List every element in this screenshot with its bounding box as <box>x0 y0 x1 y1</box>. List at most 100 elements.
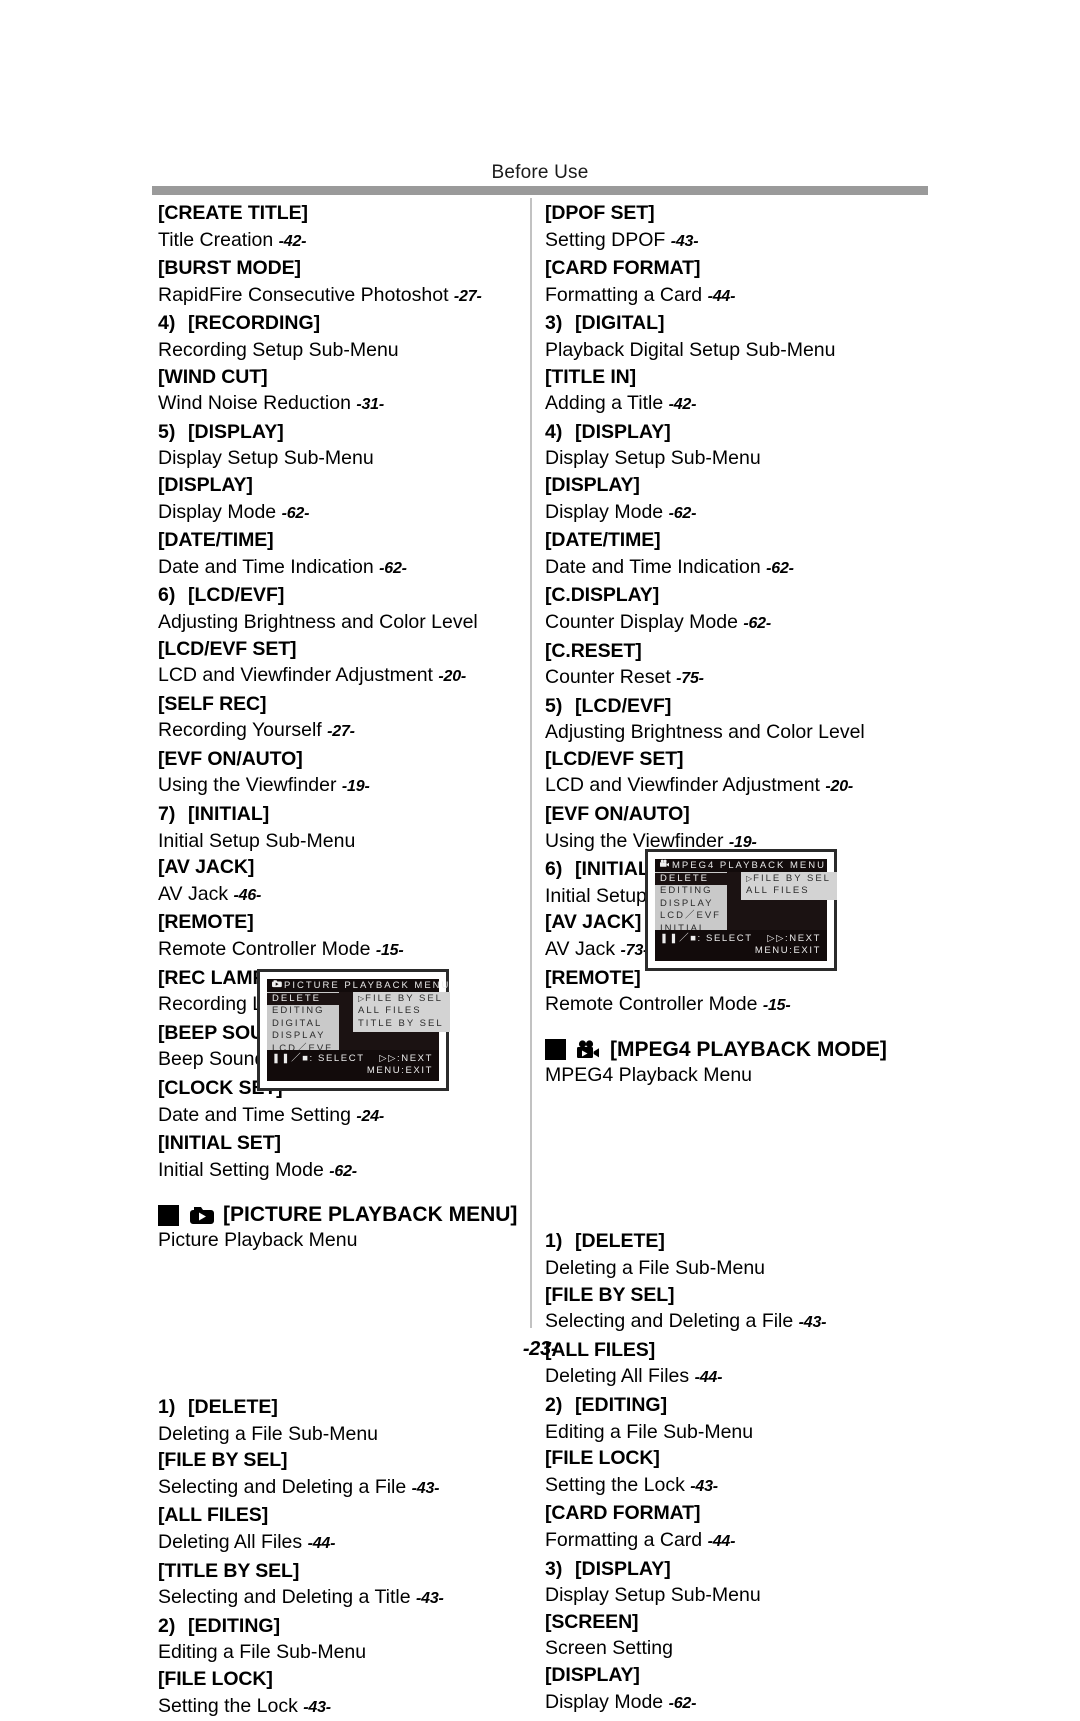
description-text: Title Creation <box>158 229 279 251</box>
menu-group-number: 1) <box>545 1228 575 1255</box>
menu-group-text: [EDITING] <box>188 1615 280 1637</box>
menu-item-label: [TITLE IN] <box>545 364 937 391</box>
menu-item-label: [CARD FORMAT] <box>545 255 937 282</box>
menu-item-label: [DISPLAY] <box>545 472 937 499</box>
manual-page: Before Use [CREATE TITLE]Title Creation … <box>0 0 1080 1526</box>
menu-group-label: 5)[DISPLAY] <box>158 419 550 446</box>
menu-group-text: [DISPLAY] <box>188 421 284 443</box>
menu-group-number: 6) <box>158 582 188 609</box>
movie-camera-icon <box>575 1039 601 1061</box>
menu-item-description: Setting the Lock -43- <box>545 1472 937 1501</box>
menu-group-label: 2)[EDITING] <box>158 1613 550 1640</box>
section-heading-label: [MPEG4 PLAYBACK MODE] <box>610 1038 887 1062</box>
lcd-screenshot-picture-playback-menu: PICTURE PLAYBACK MENU DELETEEDITINGDIGIT… <box>257 969 449 1091</box>
menu-item-label: [CREATE TITLE] <box>158 200 550 227</box>
menu-group-text: [DELETE] <box>575 1230 665 1252</box>
description-text: Selecting and Deleting a File <box>158 1476 412 1498</box>
page-reference: -31- <box>356 396 384 413</box>
menu-item-label: [SCREEN] <box>545 1609 937 1636</box>
description-text: Screen Setting <box>545 1637 673 1659</box>
lcd-footer-next: ▷▷:NEXT <box>767 933 821 945</box>
description-text: Formatting a Card <box>545 1529 708 1551</box>
page-reference: -24- <box>356 1108 384 1125</box>
menu-group-label: 1)[DELETE] <box>545 1228 937 1255</box>
menu-item-label: [BURST MODE] <box>158 255 550 282</box>
description-text: Beep Sound <box>158 1048 271 1070</box>
description-text: Adding a Title <box>545 392 669 414</box>
page-reference: -20- <box>825 778 853 795</box>
lcd-footer-row-1: ❚❚／■: SELECT ▷▷:NEXT <box>660 933 821 945</box>
page-number: -23- <box>0 1338 1080 1361</box>
section-heading-mpeg4-playback: [MPEG4 PLAYBACK MODE] <box>545 1038 937 1062</box>
lcd-screenshot-mpeg4-playback-menu: MPEG4 PLAYBACK MENU DELETEEDITINGDISPLAY… <box>645 849 837 971</box>
menu-item-label: [ALL FILES] <box>158 1502 550 1529</box>
description-text: Deleting a File Sub-Menu <box>158 1423 378 1445</box>
left-column-entries-after: 1)[DELETE]Deleting a File Sub-Menu[FILE … <box>158 1394 550 1721</box>
menu-item-description: Deleting a File Sub-Menu <box>545 1255 937 1282</box>
menu-item-description: Counter Display Mode -62- <box>545 609 937 638</box>
description-text: Adjusting Brightness and Color Level <box>545 721 865 743</box>
menu-group-number: 1) <box>158 1394 188 1421</box>
menu-group-text: [EDITING] <box>575 1394 667 1416</box>
lcd-footer-select: ❚❚／■: SELECT <box>272 1053 365 1065</box>
menu-item-label: [SELF REC] <box>158 691 550 718</box>
lcd-right-panel: FILE BY SELALL FILESTITLE BY SEL <box>353 992 450 1032</box>
menu-item-description: Editing a File Sub-Menu <box>545 1419 937 1446</box>
menu-group-text: [DISPLAY] <box>575 1558 671 1580</box>
page-reference: -43- <box>690 1478 718 1495</box>
lcd-footer-exit: MENU:EXIT <box>367 1065 433 1077</box>
menu-item-description: Using the Viewfinder -19- <box>158 772 550 801</box>
menu-item-label: [REMOTE] <box>158 909 550 936</box>
description-text: AV Jack <box>158 883 234 905</box>
menu-group-number: 5) <box>545 693 575 720</box>
menu-item-description: Adjusting Brightness and Color Level <box>158 609 550 636</box>
description-text: Using the Viewfinder <box>158 774 342 796</box>
menu-item-description: Formatting a Card -44- <box>545 282 937 311</box>
menu-item-description: Formatting a Card -44- <box>545 1527 937 1556</box>
page-reference: -46- <box>234 887 262 904</box>
description-text: Display Setup Sub-Menu <box>158 447 374 469</box>
lcd-menu-row: EDITING <box>655 885 727 897</box>
page-reference: -42- <box>669 396 697 413</box>
description-text: Initial Setup Sub-Menu <box>158 830 355 852</box>
lcd-footer-exit: MENU:EXIT <box>755 945 821 957</box>
menu-item-description: Display Mode -62- <box>158 499 550 528</box>
page-reference: -62- <box>669 505 697 522</box>
menu-group-text: [DISPLAY] <box>575 421 671 443</box>
lcd-title-bar: MPEG4 PLAYBACK MENU <box>655 859 827 872</box>
page-reference: -62- <box>379 560 407 577</box>
menu-group-number: 2) <box>545 1392 575 1419</box>
menu-group-number: 2) <box>158 1613 188 1640</box>
description-text: Deleting All Files <box>158 1531 308 1553</box>
description-text: Setting the Lock <box>545 1474 690 1496</box>
section-heading-label: [PICTURE PLAYBACK MENU] <box>223 1203 517 1227</box>
camera-playback-icon <box>188 1204 214 1226</box>
menu-item-description: Selecting and Deleting a Title -43- <box>158 1584 550 1613</box>
menu-item-label: [DISPLAY] <box>158 472 550 499</box>
lcd-title-bar: PICTURE PLAYBACK MENU <box>267 979 439 992</box>
page-reference: -15- <box>376 942 404 959</box>
menu-item-description: Title Creation -42- <box>158 227 550 256</box>
page-reference: -62- <box>669 1695 697 1712</box>
lcd-title-text: MPEG4 PLAYBACK MENU <box>672 859 826 872</box>
page-reference: -73- <box>621 942 649 959</box>
menu-group-number: 4) <box>158 310 188 337</box>
menu-item-label: [INITIAL SET] <box>158 1130 550 1157</box>
page-reference: -75- <box>676 670 704 687</box>
menu-group-text: [LCD/EVF] <box>575 695 671 717</box>
menu-group-number: 3) <box>545 310 575 337</box>
menu-item-description: Remote Controller Mode -15- <box>545 991 937 1020</box>
lcd-inner: PICTURE PLAYBACK MENU DELETEEDITINGDIGIT… <box>267 979 439 1081</box>
page-reference: -27- <box>327 723 355 740</box>
lcd-footer-row-2: MENU:EXIT <box>660 945 821 957</box>
lcd-menu-row: FILE BY SEL <box>353 993 450 1005</box>
page-reference: -43- <box>799 1314 827 1331</box>
lcd-footer-row-2: MENU:EXIT <box>272 1065 433 1077</box>
description-text: Date and Time Indication <box>158 556 379 578</box>
description-text: Recording Yourself <box>158 719 327 741</box>
description-text: Counter Display Mode <box>545 611 743 633</box>
menu-item-description: Display Mode -62- <box>545 499 937 528</box>
menu-group-label: 2)[EDITING] <box>545 1392 937 1419</box>
lcd-menu-row: DISPLAY <box>267 1030 339 1042</box>
menu-item-description: Date and Time Indication -62- <box>158 554 550 583</box>
